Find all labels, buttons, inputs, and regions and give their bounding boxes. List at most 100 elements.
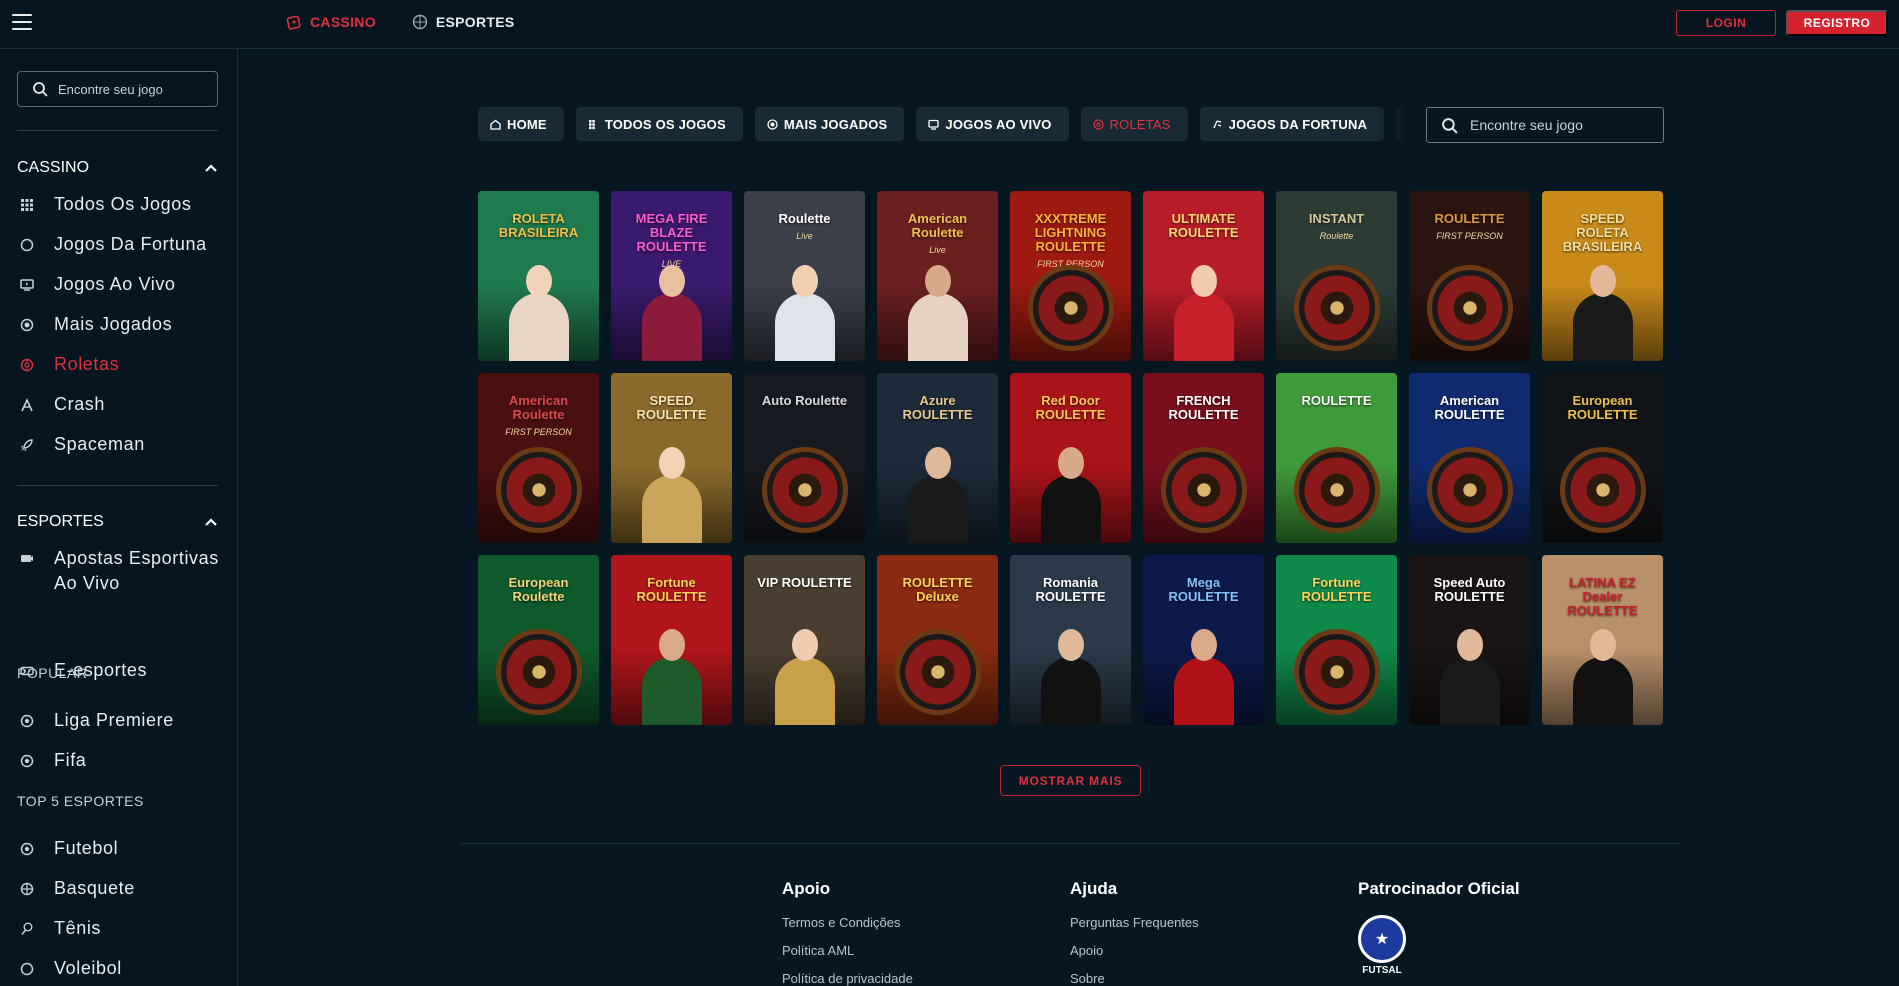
game-tile[interactable]: INSTANT Roulette: [1276, 191, 1397, 361]
roulette-icon: [20, 358, 34, 372]
fortune-icon: [1213, 119, 1221, 128]
game-tile[interactable]: American Roulette Live: [877, 191, 998, 361]
tab-cassino[interactable]: CASSINO: [286, 14, 376, 30]
star-crest-icon: ★: [1358, 915, 1406, 963]
game-tile[interactable]: MEGA FIRE BLAZE ROULETTE LIVE: [611, 191, 732, 361]
roulette-icon: [1092, 118, 1104, 130]
game-tile[interactable]: Auto Roulette: [744, 373, 865, 543]
game-tile[interactable]: American Roulette FIRST PERSON: [478, 373, 599, 543]
footer-sponsor-title: Patrocinador Oficial: [1358, 879, 1520, 898]
footer-link-aml[interactable]: Política AML: [782, 943, 913, 958]
roulette-wheel-image: [761, 447, 848, 533]
register-button[interactable]: REGISTRO: [1786, 10, 1888, 36]
chip-home[interactable]: HOME: [478, 107, 564, 141]
game-tile[interactable]: Red Door ROULETTE: [1010, 373, 1131, 543]
sidebar-item-apostas-esportivas-ao-vivo[interactable]: Apostas Esportivas Ao Vivo: [20, 546, 220, 596]
game-subtitle: Roulette: [1319, 231, 1354, 241]
tab-esportes[interactable]: ESPORTES: [412, 14, 515, 30]
game-tile[interactable]: Fortune ROULETTE: [611, 555, 732, 725]
game-title: European Roulette: [508, 575, 569, 604]
game-tile[interactable]: SPEED ROULETTE: [611, 373, 732, 543]
sidebar-item-mais-jogados[interactable]: Mais Jogados: [20, 312, 220, 337]
game-tile[interactable]: SPEED ROLETA BRASILEIRA: [1542, 191, 1663, 361]
footer-link-sobre[interactable]: Sobre: [1070, 971, 1199, 986]
game-title: ROULETTE: [1301, 393, 1372, 408]
game-title: Fortune ROULETTE: [636, 575, 707, 604]
game-tile[interactable]: XXXTREME LIGHTNING ROULETTE FIRST PERSON: [1010, 191, 1131, 361]
sidebar-top5-title: TOP 5 ESPORTES: [17, 793, 144, 809]
game-search-placeholder: Encontre seu jogo: [1470, 117, 1583, 133]
live-screen-icon: [20, 279, 34, 291]
footer-link-apoio[interactable]: Apoio: [1070, 943, 1199, 958]
hamburger-menu-icon[interactable]: [12, 14, 32, 30]
game-tile[interactable]: ROULETTE FIRST PERSON: [1409, 191, 1530, 361]
game-tile[interactable]: Speed Auto ROULETTE: [1409, 555, 1530, 725]
sidebar-item-jogos-da-fortuna[interactable]: Jogos Da Fortuna: [20, 232, 220, 257]
chip-roletas[interactable]: ROLETAS: [1080, 107, 1188, 141]
game-title: American ROULETTE: [1434, 393, 1505, 422]
footer-link-faq[interactable]: Perguntas Frequentes: [1070, 915, 1199, 930]
game-title: SPEED ROULETTE: [636, 393, 707, 422]
category-filter-bar: HOME TODOS OS JOGOS MAIS JOGADOS JOGOS A…: [478, 107, 1664, 143]
game-subtitle: FIRST PERSON: [1436, 231, 1503, 241]
game-search-input[interactable]: Encontre seu jogo: [1426, 107, 1664, 143]
chip-todos-os-jogos[interactable]: TODOS OS JOGOS: [575, 107, 743, 141]
sidebar-search-input[interactable]: Encontre seu jogo: [17, 71, 218, 107]
game-tile[interactable]: Romania ROULETTE: [1010, 555, 1131, 725]
game-title: Romania ROULETTE: [1035, 575, 1106, 604]
sidebar-item-todos-os-jogos[interactable]: Todos Os Jogos: [20, 192, 220, 217]
sidebar-item-label: Voleibol: [54, 958, 122, 978]
roulette-wheel-image: [894, 629, 981, 715]
chip-jogos-ao-vivo[interactable]: JOGOS AO VIVO: [916, 107, 1069, 141]
game-tile[interactable]: Fortune ROULETTE: [1276, 555, 1397, 725]
game-tile[interactable]: European ROULETTE: [1542, 373, 1663, 543]
sidebar-section-cassino[interactable]: CASSINO: [17, 159, 218, 177]
ball-icon: [412, 14, 428, 30]
grid-icon: [588, 119, 595, 129]
roulette-wheel-image: [1426, 447, 1513, 533]
sidebar-item-roletas[interactable]: Roletas: [20, 352, 220, 377]
game-tile[interactable]: ULTIMATE ROULETTE: [1143, 191, 1264, 361]
game-tile[interactable]: American ROULETTE: [1409, 373, 1530, 543]
chip-jogos-da-fortuna[interactable]: JOGOS DA FORTUNA: [1199, 107, 1385, 141]
game-tile[interactable]: ROLETA BRASILEIRA: [478, 191, 599, 361]
game-tile[interactable]: European Roulette: [478, 555, 599, 725]
sidebar-section-esportes[interactable]: ESPORTES: [17, 513, 218, 531]
dealer-image: [1568, 265, 1638, 361]
game-tile[interactable]: FRENCH ROULETTE: [1143, 373, 1264, 543]
sponsor-logo[interactable]: ★ FUTSAL: [1358, 915, 1406, 976]
footer-sponsor-column: Patrocinador Oficial ★ FUTSAL: [1358, 879, 1520, 976]
sidebar-item-voleibol[interactable]: Voleibol: [20, 956, 220, 981]
game-tile[interactable]: ROULETTE Deluxe: [877, 555, 998, 725]
game-tile[interactable]: LATINA EZ Dealer ROULETTE: [1542, 555, 1663, 725]
footer-link-termos[interactable]: Termos e Condições: [782, 915, 913, 930]
tab-cassino-label: CASSINO: [310, 14, 376, 30]
game-tile[interactable]: Mega ROULETTE: [1143, 555, 1264, 725]
dealer-image: [903, 447, 973, 543]
sidebar-item-crash[interactable]: Crash: [20, 392, 220, 417]
grid-icon: [21, 199, 33, 211]
game-tile[interactable]: VIP ROULETTE: [744, 555, 865, 725]
roulette-wheel-image: [495, 629, 582, 715]
chevron-up-icon: [205, 518, 217, 526]
chip-label: MAIS JOGADOS: [783, 116, 888, 132]
chip-mais-jogados[interactable]: MAIS JOGADOS: [754, 107, 905, 141]
sidebar-item-jogos-ao-vivo[interactable]: Jogos Ao Vivo: [20, 272, 220, 297]
soccer-ball-icon: [20, 842, 34, 856]
login-button[interactable]: LOGIN: [1676, 10, 1776, 36]
game-tile[interactable]: ROULETTE: [1276, 373, 1397, 543]
game-title: ROLETA BRASILEIRA: [498, 211, 579, 240]
volleyball-icon: [20, 962, 34, 976]
game-tile[interactable]: Azure ROULETTE: [877, 373, 998, 543]
game-title: VIP ROULETTE: [757, 575, 852, 590]
sidebar-item-basquete[interactable]: Basquete: [20, 876, 220, 901]
game-tile[interactable]: Roulette Live: [744, 191, 865, 361]
show-more-button[interactable]: MOSTRAR MAIS: [1000, 765, 1141, 796]
game-title: European ROULETTE: [1567, 393, 1638, 422]
sidebar-item-fifa[interactable]: Fifa: [20, 748, 220, 773]
sidebar-item-futebol[interactable]: Futebol: [20, 836, 220, 861]
sidebar-item-spaceman[interactable]: Spaceman: [20, 432, 220, 457]
sidebar-item-tenis[interactable]: Tênis: [20, 916, 220, 941]
footer-link-privacidade[interactable]: Política de privacidade: [782, 971, 913, 986]
sidebar-item-liga-premiere[interactable]: Liga Premiere: [20, 708, 220, 733]
